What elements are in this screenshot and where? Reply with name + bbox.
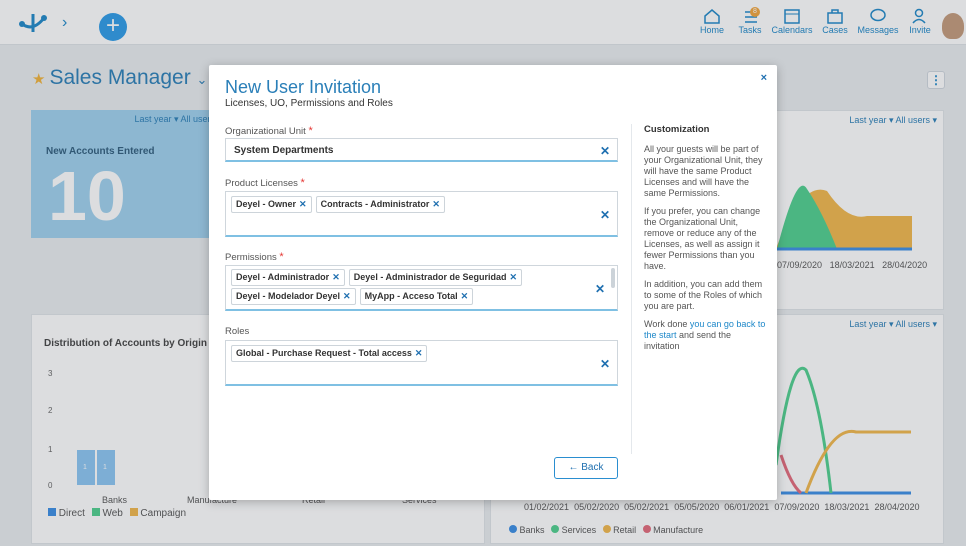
permission-chip[interactable]: MyApp - Acceso Total ✕ (359, 288, 474, 305)
arrow-left-icon: ← (568, 462, 579, 473)
remove-icon: ✕ (414, 348, 423, 358)
modal-subtitle: Licenses, UO, Permissions and Roles (225, 98, 393, 109)
permission-chip[interactable]: Deyel - Administrador de Seguridad ✕ (348, 269, 523, 286)
roles-field[interactable]: Global - Purchase Request - Total access… (225, 340, 618, 386)
permission-chip[interactable]: Deyel - Modelador Deyel ✕ (231, 288, 356, 305)
help-text: All your guests will be part of your Org… (644, 144, 763, 198)
permissions-label: Permissions * (225, 251, 284, 263)
roles-label: Roles (225, 326, 250, 337)
permission-chip[interactable]: Deyel - Administrador ✕ (231, 269, 345, 286)
org-unit-field[interactable]: System Departments ✕ (225, 138, 618, 162)
help-text: If you prefer, you can change the Organi… (644, 206, 761, 271)
remove-icon: ✕ (299, 199, 307, 209)
licenses-field[interactable]: Deyel - Owner ✕ Contracts - Administrator… (225, 191, 618, 237)
remove-icon: ✕ (460, 291, 469, 301)
scrollbar[interactable] (611, 268, 615, 288)
license-chip[interactable]: Deyel - Owner ✕ (231, 196, 312, 213)
remove-icon: ✕ (432, 199, 440, 209)
licenses-label: Product Licenses * (225, 177, 305, 189)
clear-icon[interactable]: ✕ (600, 208, 610, 222)
role-chip[interactable]: Global - Purchase Request - Total access… (231, 345, 428, 362)
license-chip[interactable]: Contracts - Administrator ✕ (315, 196, 445, 213)
customization-heading: Customization (644, 124, 710, 135)
remove-icon: ✕ (509, 272, 518, 282)
back-button[interactable]: ← Back (554, 457, 618, 479)
clear-icon[interactable]: ✕ (595, 282, 605, 296)
modal-title: New User Invitation (225, 77, 382, 97)
clear-icon[interactable]: ✕ (600, 357, 610, 371)
org-unit-label: Organizational Unit * (225, 125, 313, 137)
help-text: Work done you can go back to the start a… (644, 319, 766, 351)
close-icon[interactable]: × (761, 72, 767, 84)
clear-icon[interactable]: ✕ (600, 144, 610, 158)
invitation-modal: New User Invitation Licenses, UO, Permis… (209, 65, 777, 500)
help-text: In addition, you can add them to some of… (644, 279, 763, 311)
permissions-field[interactable]: Deyel - Administrador ✕ Deyel - Administr… (225, 265, 618, 311)
remove-icon: ✕ (343, 291, 351, 301)
remove-icon: ✕ (332, 272, 340, 282)
customization-panel: Customization All your guests will be pa… (631, 124, 766, 454)
